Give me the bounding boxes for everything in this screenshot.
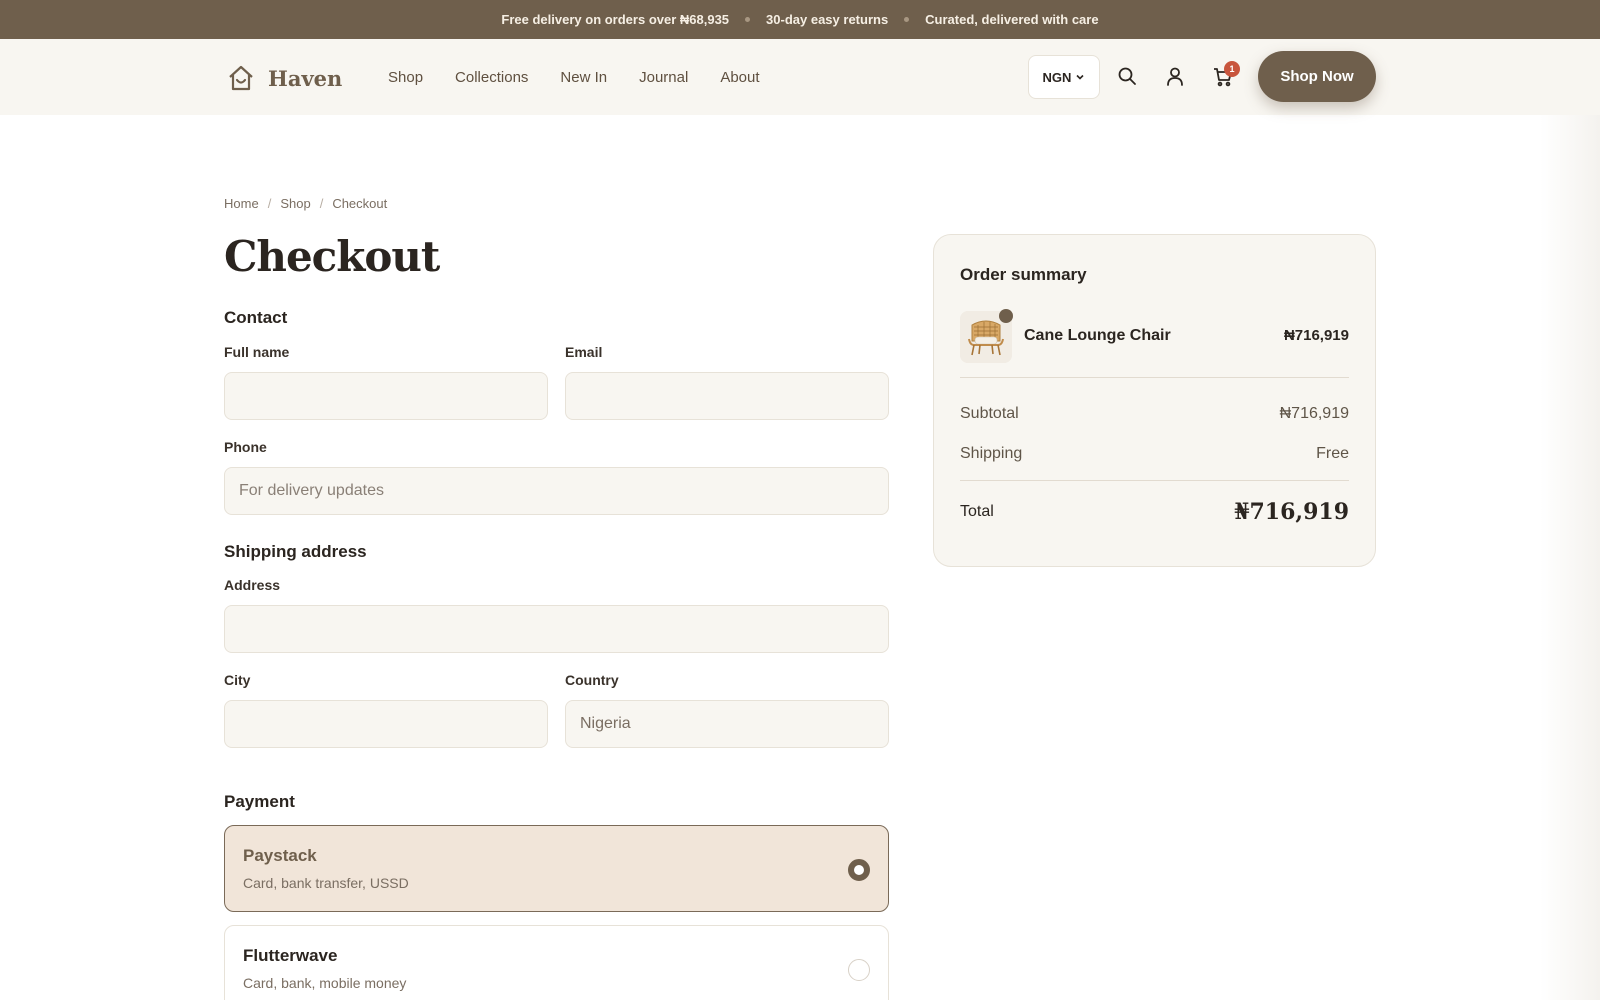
payment-section-title: Payment xyxy=(224,792,295,811)
phone-label: Phone xyxy=(224,439,267,455)
subtotal-value: ₦716,919 xyxy=(1279,405,1349,422)
shipping-value: Free xyxy=(1316,445,1349,462)
nav-collections[interactable]: Collections xyxy=(455,69,528,86)
page-title: Checkout xyxy=(224,232,440,281)
payment-option-desc: Card, bank transfer, USSD xyxy=(243,875,409,891)
breadcrumb-shop[interactable]: Shop xyxy=(280,196,310,211)
payment-option-flutterwave[interactable]: Flutterwave Card, bank, mobile money xyxy=(224,925,889,1000)
logo-text: Haven xyxy=(268,65,343,91)
total-value: ₦716,919 xyxy=(1234,499,1349,525)
announcement-separator xyxy=(745,17,751,22)
announcement-curated: Curated, delivered with care xyxy=(925,12,1099,27)
home-icon xyxy=(229,65,253,91)
full-name-input[interactable] xyxy=(224,372,548,420)
summary-divider xyxy=(960,480,1349,481)
breadcrumb-separator: / xyxy=(319,196,324,211)
announcement-separator xyxy=(904,17,910,22)
item-name: Cane Lounge Chair xyxy=(1024,327,1171,344)
full-name-label: Full name xyxy=(224,344,290,360)
main-nav: Shop Collections New In Journal About xyxy=(388,39,792,115)
radio-selected[interactable] xyxy=(848,859,870,881)
payment-option-name: Paystack xyxy=(243,846,317,865)
country-label: Country xyxy=(565,672,619,688)
radio-unselected[interactable] xyxy=(848,959,870,981)
summary-divider xyxy=(960,377,1349,378)
payment-option-name: Flutterwave xyxy=(243,946,338,965)
breadcrumb: Home / Shop / Checkout xyxy=(224,196,387,211)
city-input[interactable] xyxy=(224,700,548,748)
address-input[interactable] xyxy=(224,605,889,653)
user-icon xyxy=(1167,67,1183,86)
phone-input[interactable] xyxy=(224,467,889,515)
announcement-bar: Free delivery on orders over ₦68,935 30-… xyxy=(0,0,1600,39)
contact-section-title: Contact xyxy=(224,308,288,327)
nav-journal[interactable]: Journal xyxy=(639,69,688,86)
logo[interactable]: Haven xyxy=(226,63,342,93)
email-input[interactable] xyxy=(565,372,889,420)
country-input[interactable] xyxy=(565,700,889,748)
breadcrumb-checkout: Checkout xyxy=(332,196,388,211)
total-label: Total xyxy=(960,503,994,520)
currency-selector[interactable]: NGN xyxy=(1028,55,1100,99)
quantity-badge xyxy=(999,309,1013,323)
currency-value: NGN xyxy=(1042,69,1072,85)
email-label: Email xyxy=(565,344,603,360)
cart-count-badge: 1 xyxy=(1224,61,1240,77)
announcement-returns: 30-day easy returns xyxy=(766,12,889,27)
chevron-down-icon xyxy=(1076,74,1085,80)
shop-now-button[interactable]: Shop Now xyxy=(1258,51,1376,102)
edge-shade xyxy=(1540,115,1600,1000)
breadcrumb-separator: / xyxy=(267,196,272,211)
order-summary-card: Order summary Cane Lounge Chair ₦716,919… xyxy=(933,234,1376,567)
shipping-section-title: Shipping address xyxy=(224,542,367,561)
search-icon xyxy=(1118,67,1136,85)
payment-option-paystack[interactable]: Paystack Card, bank transfer, USSD xyxy=(224,825,889,912)
announcement-free-delivery: Free delivery on orders over ₦68,935 xyxy=(501,12,730,27)
shipping-label: Shipping xyxy=(960,445,1023,462)
city-label: City xyxy=(224,672,251,688)
account-button[interactable] xyxy=(1165,66,1185,86)
address-label: Address xyxy=(224,577,281,593)
payment-option-desc: Card, bank, mobile money xyxy=(243,975,407,991)
nav-about[interactable]: About xyxy=(720,69,759,86)
item-price: ₦716,919 xyxy=(1283,327,1349,344)
breadcrumb-home[interactable]: Home xyxy=(224,196,259,211)
subtotal-label: Subtotal xyxy=(960,405,1019,422)
search-button[interactable] xyxy=(1117,66,1137,86)
nav-shop[interactable]: Shop xyxy=(388,69,423,86)
order-summary-title: Order summary xyxy=(960,265,1087,284)
nav-new-in[interactable]: New In xyxy=(560,69,607,86)
